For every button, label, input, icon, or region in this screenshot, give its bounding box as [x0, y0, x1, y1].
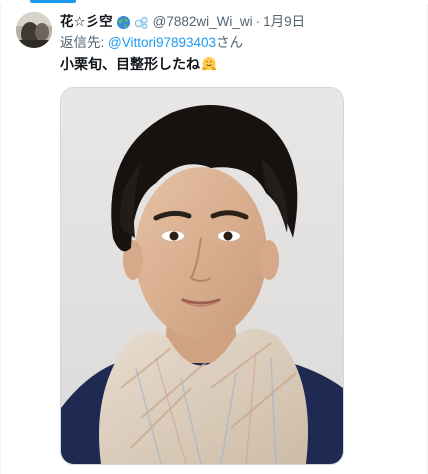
- reply-suffix: さん: [216, 35, 244, 50]
- hugging-face-emoji-icon: [201, 56, 217, 72]
- tweet-text: 小栗旬、目整形したね: [60, 55, 418, 74]
- tweet-text-bold: 栗旬: [74, 56, 102, 72]
- display-name[interactable]: 花☆彡空: [60, 13, 113, 31]
- user-handle[interactable]: @7882wi_Wi_wi: [153, 13, 253, 31]
- tweet-text-part1: 小: [60, 56, 74, 72]
- tweet-body: 花☆彡空 @7882wi_Wi_wi · 1月9日 返信先: @Vittori9…: [60, 12, 418, 74]
- avatar-image: [16, 12, 52, 48]
- tweet-text-part2: 、目整形したね: [102, 56, 200, 72]
- tweet-date[interactable]: 1月9日: [263, 13, 305, 31]
- bubbles-icon: [134, 15, 149, 30]
- separator-dot: ·: [255, 14, 261, 29]
- tweet-header: 花☆彡空 @7882wi_Wi_wi · 1月9日: [60, 12, 418, 32]
- tweet-photo[interactable]: [60, 87, 344, 465]
- avatar[interactable]: [16, 12, 52, 48]
- globe-icon: [116, 15, 131, 30]
- active-tab-indicator: [30, 0, 76, 3]
- portrait-image: [61, 88, 343, 464]
- reply-prefix: 返信先:: [60, 35, 109, 50]
- left-border: [0, 4, 1, 474]
- reply-to-link[interactable]: @Vittori97893403: [108, 35, 216, 50]
- reply-context: 返信先: @Vittori97893403さん: [60, 34, 418, 52]
